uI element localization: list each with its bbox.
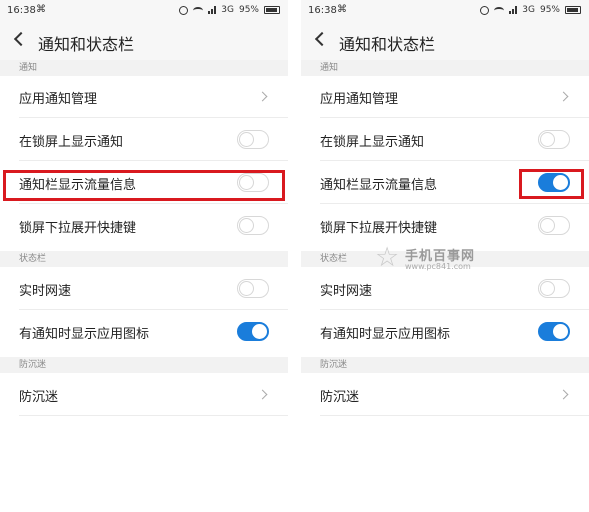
header: 通知和状态栏 [301,20,589,60]
section-header-anti-addiction: 防沉迷 [301,357,589,373]
row-label: 防沉迷 [320,390,360,405]
header: 通知和状态栏 [0,20,288,60]
section-header-status-bar: 状态栏 [0,251,288,267]
status-time: 16:38 [7,5,36,16]
watermark: ☆ 手机百事网 www.pc841.com [375,244,495,274]
divider [320,160,589,161]
row-label: 有通知时显示应用图标 [19,327,150,342]
signal-icon [208,6,217,14]
chevron-right-icon [558,91,569,102]
lockscreen-notifications-toggle[interactable] [237,130,269,149]
divider [320,203,589,204]
row-label: 有通知时显示应用图标 [320,327,451,342]
lockscreen-notifications-row: 在锁屏上显示通知 [0,119,288,161]
page-title: 通知和状态栏 [38,35,135,54]
realtime-speed-row: 实时网速 [301,268,589,310]
realtime-speed-toggle[interactable] [237,279,269,298]
battery-icon [264,6,280,14]
highlight-box-right [519,169,584,199]
row-label: 锁屏下拉展开快捷键 [320,221,438,236]
row-label: 实时网速 [320,284,373,299]
back-arrow-icon[interactable] [13,31,29,47]
row-label: 应用通知管理 [320,92,399,107]
divider [19,203,288,204]
wifi-icon [494,6,505,14]
row-label: 实时网速 [19,284,72,299]
status-icons: 3G 95% [480,5,581,15]
lockscreen-notifications-row: 在锁屏上显示通知 [301,119,589,161]
chevron-right-icon [257,91,268,102]
page-title: 通知和状态栏 [339,35,436,54]
row-label: 防沉迷 [19,390,59,405]
lockscreen-shortcuts-toggle[interactable] [538,216,570,235]
chevron-right-icon [257,389,268,400]
app-icon-on-notify-row: 有通知时显示应用图标 [0,311,288,353]
chevron-right-icon [558,389,569,400]
section-header-notifications: 通知 [301,60,589,76]
app-notification-management-row[interactable]: 应用通知管理 [301,76,589,118]
back-arrow-icon[interactable] [314,31,330,47]
alarm-icon [480,5,490,15]
divider [19,117,288,118]
highlight-box-left [3,170,285,201]
usb-notification-icon: ⌘ [36,4,46,15]
watermark-url: www.pc841.com [405,262,471,271]
phone-screen-left: 16:38 ⌘ 3G 95% 通知和状态栏 通知 应用通知管理 在锁屏上显示通知… [0,0,288,512]
realtime-speed-row: 实时网速 [0,268,288,310]
status-bar: 16:38 ⌘ 3G 95% [0,0,288,20]
realtime-speed-toggle[interactable] [538,279,570,298]
section-header-notifications: 通知 [0,60,288,76]
network-type: 3G [221,5,234,15]
app-notification-management-row[interactable]: 应用通知管理 [0,76,288,118]
lockscreen-shortcuts-row: 锁屏下拉展开快捷键 [0,205,288,247]
anti-addiction-row[interactable]: 防沉迷 [0,374,288,416]
divider [320,309,589,310]
app-icon-on-notify-toggle[interactable] [538,322,570,341]
lockscreen-notifications-toggle[interactable] [538,130,570,149]
section-header-anti-addiction: 防沉迷 [0,357,288,373]
network-type: 3G [522,5,535,15]
battery-icon [565,6,581,14]
app-icon-on-notify-toggle[interactable] [237,322,269,341]
row-label: 应用通知管理 [19,92,98,107]
anti-addiction-row[interactable]: 防沉迷 [301,374,589,416]
status-time: 16:38 [308,5,337,16]
row-label: 通知栏显示流量信息 [320,178,438,193]
battery-percent: 95% [238,5,259,15]
star-logo-icon: ☆ [375,242,400,273]
divider [19,415,288,416]
row-label: 在锁屏上显示通知 [19,135,124,150]
usb-notification-icon: ⌘ [337,4,347,15]
row-label: 在锁屏上显示通知 [320,135,425,150]
status-icons: 3G 95% [179,5,280,15]
signal-icon [509,6,518,14]
wifi-icon [193,6,204,14]
alarm-icon [179,5,189,15]
divider [19,160,288,161]
battery-percent: 95% [539,5,560,15]
lockscreen-shortcuts-row: 锁屏下拉展开快捷键 [301,205,589,247]
status-bar: 16:38 ⌘ 3G 95% [301,0,589,20]
divider [19,309,288,310]
divider [320,415,589,416]
row-label: 锁屏下拉展开快捷键 [19,221,137,236]
app-icon-on-notify-row: 有通知时显示应用图标 [301,311,589,353]
lockscreen-shortcuts-toggle[interactable] [237,216,269,235]
divider [320,117,589,118]
